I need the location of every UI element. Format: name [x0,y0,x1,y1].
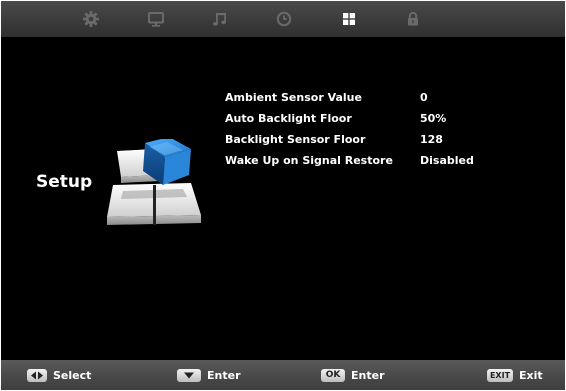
clock-icon [276,11,292,27]
gear-icon [83,11,99,27]
setup-illustration [107,139,201,225]
tab-timer[interactable] [274,9,294,29]
ok-key: OK [321,368,345,382]
menu-item-label: Auto Backlight Floor [225,112,352,125]
menu-item-backlight-sensor-floor[interactable]: Backlight Sensor Floor 128 [225,133,485,149]
hint-exit: EXIT Exit [487,367,543,383]
music-note-icon [213,13,226,26]
hint-ok: OK Enter [321,367,385,383]
down-arrow-icon [177,368,201,382]
left-right-arrows-icon [27,368,47,382]
lock-icon [408,11,418,26]
menu-item-value: Disabled [420,154,474,167]
tab-lock[interactable] [403,9,423,29]
key-hint-bar: Select Enter OK Enter EXIT Exit [1,360,565,390]
menu-item-label: Backlight Sensor Floor [225,133,366,146]
page-title: Setup [36,172,93,192]
menu-item-value: 50% [420,112,447,125]
osd-screen: Setup Ambient Sensor Value 0 Auto Backli… [1,1,565,390]
exit-key: EXIT [487,368,513,382]
tab-display[interactable] [146,9,166,29]
menu-tab-bar [1,1,565,37]
menu-item-auto-backlight-floor[interactable]: Auto Backlight Floor 50% [225,112,485,128]
menu-content: Setup Ambient Sensor Value 0 Auto Backli… [1,37,565,360]
menu-item-label: Wake Up on Signal Restore [225,154,393,167]
hint-select-label: Select [53,368,92,382]
menu-item-ambient-sensor-value[interactable]: Ambient Sensor Value 0 [225,91,485,107]
monitor-icon [148,12,164,27]
tab-setup[interactable] [339,9,359,29]
menu-item-label: Ambient Sensor Value [225,91,362,104]
grid-icon [343,13,355,25]
hint-select: Select [27,367,91,383]
hint-exit-label: Exit [519,368,543,382]
hint-ok-label: Enter [351,368,385,382]
tab-audio[interactable] [210,9,230,29]
tab-picture-settings[interactable] [81,9,101,29]
menu-item-value: 0 [420,91,428,104]
menu-item-value: 128 [420,133,443,146]
hint-enter-down-label: Enter [207,368,241,382]
menu-item-wake-up-on-signal-restore[interactable]: Wake Up on Signal Restore Disabled [225,154,485,170]
hint-enter-down: Enter [177,367,241,383]
